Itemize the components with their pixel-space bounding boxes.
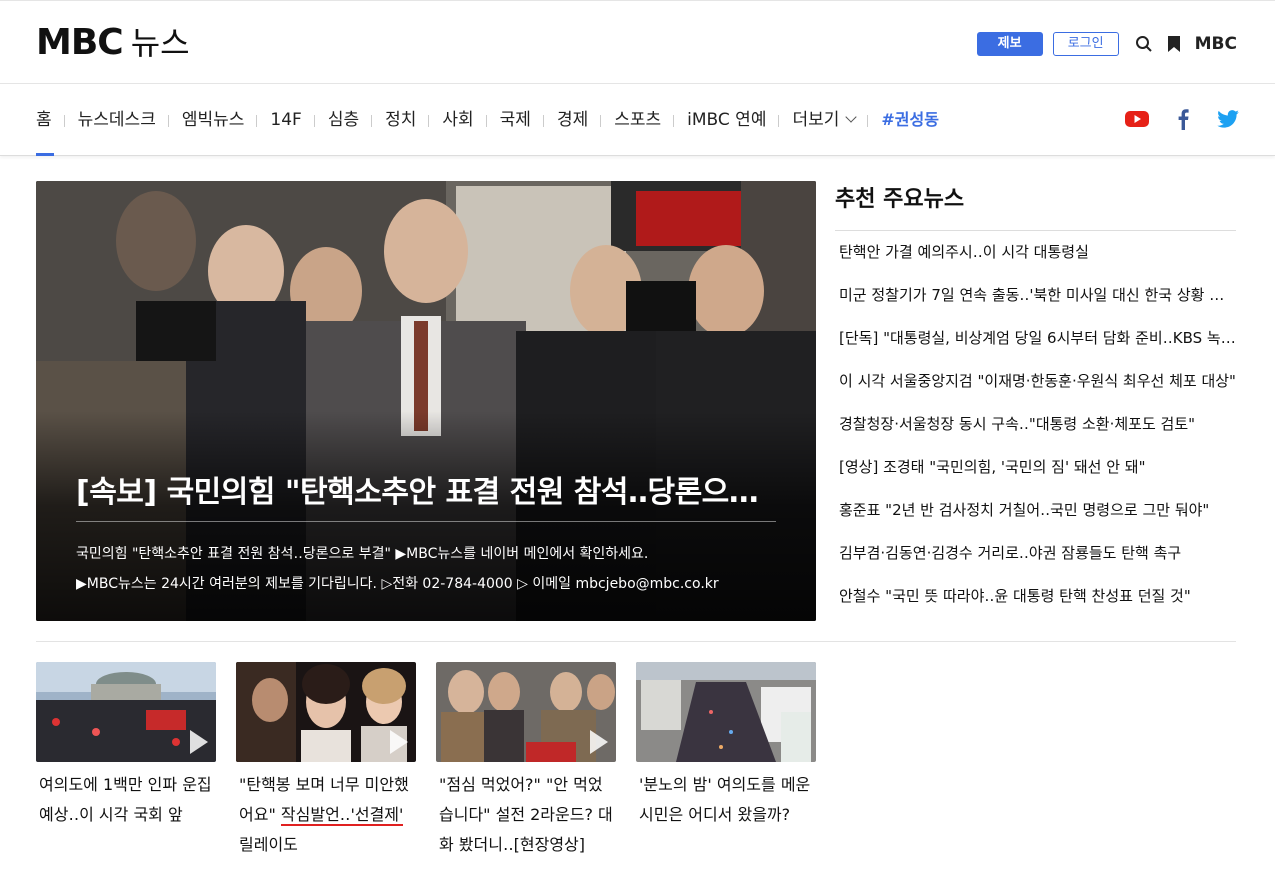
list-item[interactable]: 탄핵안 가결 예의주시‥이 시각 대통령실 bbox=[835, 231, 1236, 274]
hero-desc-line2: ▶MBC뉴스는 24시간 여러분의 제보를 기다립니다. ▷전화 02-784-… bbox=[76, 576, 719, 592]
video-card[interactable]: "점심 먹었어?" "안 먹었습니다" 설전 2라운드? 대화 봤더니‥[현장영… bbox=[436, 662, 616, 860]
play-icon bbox=[190, 730, 208, 754]
list-item[interactable]: [단독] "대통령실, 비상계엄 당일 6시부터 담화 준비‥KBS 녹화 대기… bbox=[835, 317, 1236, 360]
list-item[interactable]: 안철수 "국민 뜻 따라야‥윤 대통령 탄핵 찬성표 던질 것" bbox=[835, 575, 1236, 618]
login-button[interactable]: 로그인 bbox=[1052, 32, 1119, 56]
nav-item-world[interactable]: 국제 bbox=[500, 84, 545, 156]
search-icon[interactable] bbox=[1135, 35, 1153, 53]
nav-item-newsdesk[interactable]: 뉴스데스크 bbox=[78, 84, 170, 156]
list-item[interactable]: 홍준표 "2년 반 검사정치 거칠어‥국민 명령으로 그만 둬야" bbox=[835, 489, 1236, 532]
nav-more-button[interactable]: 더보기 bbox=[792, 84, 869, 156]
nav-item-society[interactable]: 사회 bbox=[442, 84, 487, 156]
logo-news: 뉴스 bbox=[130, 24, 190, 62]
list-item[interactable]: 경찰청장·서울청장 동시 구속‥"대통령 소환·체포도 검토" bbox=[835, 403, 1236, 446]
social-links bbox=[1097, 108, 1239, 134]
mbc-brand-link[interactable]: MBC bbox=[1195, 34, 1237, 54]
nav-more-label: 더보기 bbox=[792, 110, 840, 130]
nav-item-embic[interactable]: 엠빅뉴스 bbox=[182, 84, 258, 156]
chevron-down-icon bbox=[845, 111, 858, 123]
site-logo[interactable]: MBC 뉴스 bbox=[36, 23, 190, 63]
nav-item-politics[interactable]: 정치 bbox=[385, 84, 430, 156]
list-item[interactable]: 미군 정찰기가 7일 연속 출동‥'북한 미사일 대신 한국 상황 주시' bbox=[835, 274, 1236, 317]
hero-divider bbox=[76, 521, 776, 522]
recommended-title: 추천 주요뉴스 bbox=[835, 181, 1236, 231]
nav-list: 홈 뉴스데스크 엠빅뉴스 14F 심층 정치 사회 국제 경제 스포츠 iMBC… bbox=[36, 84, 965, 156]
video-card-title[interactable]: "점심 먹었어?" "안 먹었습니다" 설전 2라운드? 대화 봤더니‥[현장영… bbox=[436, 770, 616, 860]
recommended-news: 추천 주요뉴스 탄핵안 가결 예의주시‥이 시각 대통령실 미군 정찰기가 7일… bbox=[835, 181, 1236, 618]
hero-description: 국민의힘 "탄핵소추안 표결 전원 참석‥당론으로 부결" ▶MBC뉴스를 네이… bbox=[76, 539, 756, 599]
news-card-title[interactable]: '분노의 밤' 여의도를 메운 시민은 어디서 왔을까? bbox=[636, 770, 816, 830]
list-item[interactable]: [영상] 조경태 "국민의힘, '국민의 짐' 돼선 안 돼" bbox=[835, 446, 1236, 489]
list-item[interactable]: 김부겸·김동연·김경수 거리로‥야권 잠룡들도 탄핵 촉구 bbox=[835, 532, 1236, 575]
news-card[interactable]: '분노의 밤' 여의도를 메운 시민은 어디서 왔을까? bbox=[636, 662, 816, 830]
site-header: MBC 뉴스 제보 로그인 MBC bbox=[0, 0, 1275, 84]
facebook-icon[interactable] bbox=[1177, 108, 1189, 134]
video-card[interactable]: 여의도에 1백만 인파 운집 예상‥이 시각 국회 앞 bbox=[36, 662, 216, 830]
logo-mbc: MBC bbox=[36, 22, 124, 63]
nav-item-home[interactable]: 홈 bbox=[36, 84, 65, 156]
video-card-title-part3: 릴레이도 bbox=[239, 835, 298, 854]
bookmark-icon[interactable] bbox=[1167, 35, 1181, 53]
video-card[interactable]: "탄핵봉 보며 너무 미안했어요" 작심발언‥'선결제' 릴레이도 bbox=[236, 662, 416, 860]
video-thumbnail[interactable] bbox=[236, 662, 416, 762]
section-divider bbox=[36, 641, 1236, 642]
video-thumbnail[interactable] bbox=[436, 662, 616, 762]
youtube-icon[interactable] bbox=[1125, 110, 1149, 132]
main-nav: 홈 뉴스데스크 엠빅뉴스 14F 심층 정치 사회 국제 경제 스포츠 iMBC… bbox=[0, 84, 1275, 156]
video-card-title[interactable]: 여의도에 1백만 인파 운집 예상‥이 시각 국회 앞 bbox=[36, 770, 216, 830]
nav-item-deep[interactable]: 심층 bbox=[328, 84, 373, 156]
hero-desc-line1: 국민의힘 "탄핵소추안 표결 전원 참석‥당론으로 부결" ▶MBC뉴스를 네이… bbox=[76, 546, 649, 562]
play-icon bbox=[590, 730, 608, 754]
twitter-icon[interactable] bbox=[1217, 110, 1239, 132]
news-thumbnail[interactable] bbox=[636, 662, 816, 762]
nav-item-14f[interactable]: 14F bbox=[270, 84, 316, 156]
nav-item-economy[interactable]: 경제 bbox=[557, 84, 602, 156]
video-card-title[interactable]: "탄핵봉 보며 너무 미안했어요" 작심발언‥'선결제' 릴레이도 bbox=[236, 770, 416, 860]
play-icon bbox=[390, 730, 408, 754]
tip-button[interactable]: 제보 bbox=[976, 32, 1043, 56]
recommended-list: 탄핵안 가결 예의주시‥이 시각 대통령실 미군 정찰기가 7일 연속 출동‥'… bbox=[835, 231, 1236, 618]
nav-hashtag[interactable]: #권성동 bbox=[881, 84, 952, 156]
video-thumbnail[interactable] bbox=[36, 662, 216, 762]
header-utility: 제보 로그인 MBC bbox=[976, 32, 1237, 56]
hero-article[interactable]: [속보] 국민의힘 "탄핵소추안 표결 전원 참석‥당론으로 부결" 국민의힘 … bbox=[36, 181, 816, 621]
video-card-title-highlight: 작심발언‥'선결제' bbox=[280, 805, 404, 826]
hero-title[interactable]: [속보] 국민의힘 "탄핵소추안 표결 전원 참석‥당론으로 부결" bbox=[76, 467, 776, 511]
list-item[interactable]: 이 시각 서울중앙지검 "이재명·한동훈·우원식 최우선 체포 대상" bbox=[835, 360, 1236, 403]
nav-item-imbc[interactable]: iMBC 연예 bbox=[687, 84, 780, 156]
nav-item-sports[interactable]: 스포츠 bbox=[614, 84, 675, 156]
